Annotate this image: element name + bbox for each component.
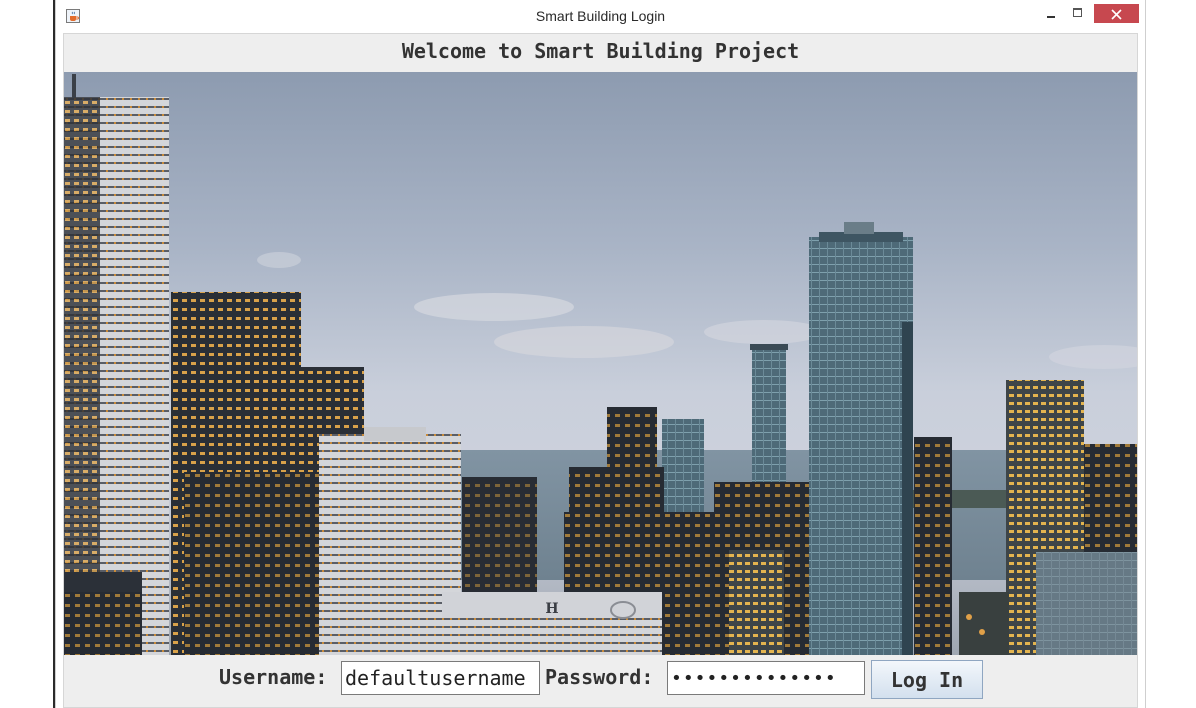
svg-text:H: H — [545, 601, 558, 617]
password-field[interactable] — [667, 661, 865, 695]
welcome-heading: Welcome to Smart Building Project — [401, 39, 800, 63]
minimize-button[interactable] — [1039, 4, 1065, 23]
login-form: Username: Password: Log In — [64, 655, 1137, 707]
title-bar[interactable]: Smart Building Login — [56, 0, 1145, 33]
maximize-button[interactable] — [1065, 4, 1091, 23]
password-label: Password: — [545, 665, 654, 689]
city-skyline-image: H — [64, 72, 1137, 655]
username-field[interactable] — [341, 661, 540, 695]
close-icon — [1111, 9, 1122, 20]
login-button[interactable]: Log In — [871, 660, 983, 699]
username-label: Username: — [219, 665, 328, 689]
window-title: Smart Building Login — [535, 8, 666, 24]
close-button[interactable] — [1094, 4, 1139, 23]
login-window: Smart Building Login Welcome to Smart Bu… — [55, 0, 1146, 708]
content-panel: Welcome to Smart Building Project H User… — [63, 33, 1138, 708]
